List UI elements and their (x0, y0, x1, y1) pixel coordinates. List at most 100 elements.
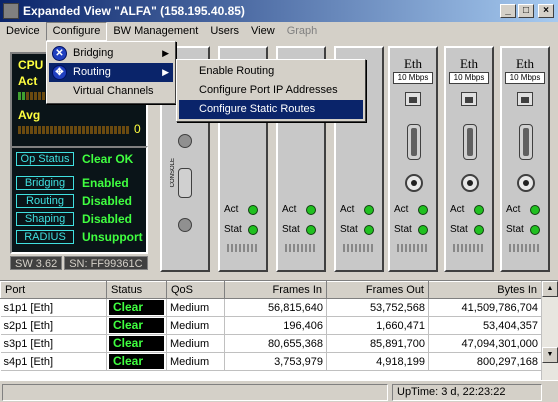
act-led-icon (306, 204, 316, 215)
status-cell: Clear (106, 334, 167, 353)
act-led-icon (364, 204, 374, 215)
status-badge: Clear (109, 300, 164, 315)
status-value: Disabled (82, 212, 133, 226)
menu-configure[interactable]: Configure (45, 22, 108, 41)
vent (227, 244, 257, 252)
act-led-icon (474, 204, 484, 215)
table-row[interactable]: s3p1 [Eth] Clear Medium 80,655,368 85,89… (0, 334, 542, 353)
port-cell: s4p1 [Eth] (0, 352, 107, 371)
table-row[interactable]: s1p1 [Eth] Clear Medium 56,815,640 53,75… (0, 298, 542, 317)
column-header-bytes-in[interactable]: Bytes In (428, 281, 542, 299)
column-header-port[interactable]: Port (0, 281, 107, 299)
stat-label: Stat (224, 224, 242, 235)
status-value: Unsupport (82, 230, 143, 244)
eth-module[interactable]: Eth 10 Mbps Act Stat (444, 46, 494, 272)
column-header-frames-out[interactable]: Frames Out (326, 281, 429, 299)
stat-led-row: Stat (340, 224, 374, 235)
menu-item-routing[interactable]: ✥ Routing ▶ (49, 63, 173, 82)
scroll-up-icon[interactable]: ▲ (542, 281, 558, 297)
vertical-scrollbar[interactable]: ▲ ▼ (541, 281, 558, 381)
maximize-button[interactable]: □ (518, 4, 534, 18)
stat-label: Stat (340, 224, 358, 235)
configure-dropdown: ✕ Bridging ▶ ✥ Routing ▶ Virtual Channel… (46, 41, 176, 104)
serial-number: SN: FF99361C (64, 256, 148, 270)
frames-out-cell: 85,891,700 (326, 334, 429, 353)
menu-device[interactable]: Device (0, 22, 46, 41)
speed-badge: 10 Mbps (449, 72, 489, 84)
table-row[interactable]: s4p1 [Eth] Clear Medium 3,753,979 4,918,… (0, 352, 542, 371)
stat-led-icon (364, 224, 374, 235)
frames-in-cell: 80,655,368 (224, 334, 327, 353)
bytes-in-cell: 800,297,168 (428, 352, 542, 371)
status-badge: Clear (109, 354, 164, 369)
stat-label: Stat (282, 224, 300, 235)
status-key: Op Status (16, 152, 74, 166)
bytes-in-cell: 53,404,357 (428, 316, 542, 335)
menu-item-label: Routing (73, 66, 111, 78)
act-label: Act (340, 204, 355, 215)
vent (509, 244, 539, 252)
port-cell: s1p1 [Eth] (0, 298, 107, 317)
menu-users[interactable]: Users (204, 22, 245, 41)
x-network-icon: ✕ (52, 46, 67, 61)
scroll-down-icon[interactable]: ▼ (542, 347, 558, 363)
status-row-routing: Routing Disabled (16, 194, 132, 208)
vent (285, 244, 315, 252)
stat-led-row: Stat (394, 224, 428, 235)
bnc-port-icon (461, 174, 479, 192)
column-header-qos[interactable]: QoS (166, 281, 225, 299)
stat-led-icon (306, 224, 316, 235)
menu-bw-management[interactable]: BW Management (107, 22, 204, 41)
status-row-op: Op Status Clear OK (16, 152, 133, 166)
column-header-frames-in[interactable]: Frames In (224, 281, 327, 299)
frames-out-cell: 1,660,471 (326, 316, 429, 335)
menu-item-configure-port-ip[interactable]: Configure Port IP Addresses (179, 81, 363, 100)
qos-cell: Medium (166, 352, 225, 371)
port-cell: s2p1 [Eth] (0, 316, 107, 335)
eth-module[interactable]: Eth 10 Mbps Act Stat (500, 46, 550, 272)
frames-in-cell: 3,753,979 (224, 352, 327, 371)
ports-table: Port Status QoS Frames In Frames Out Byt… (0, 280, 558, 381)
act-label: Act (394, 204, 409, 215)
menu-bar: Device Configure BW Management Users Vie… (0, 22, 558, 41)
port-cell: s3p1 [Eth] (0, 334, 107, 353)
menu-item-virtual-channels[interactable]: Virtual Channels (49, 82, 173, 101)
status-badge: Clear (109, 336, 164, 351)
stat-led-row: Stat (224, 224, 258, 235)
rj45-port-icon (461, 92, 477, 106)
frames-out-cell: 4,918,199 (326, 352, 429, 371)
eth-title: Eth (515, 56, 535, 71)
eth-module[interactable]: Eth 10 Mbps Act Stat (388, 46, 438, 272)
menu-item-label: Bridging (73, 47, 114, 59)
console-label: CONSOLE (170, 158, 176, 188)
stat-led-icon (248, 224, 258, 235)
router-icon: ✥ (52, 65, 67, 80)
submenu-arrow-icon: ▶ (162, 48, 169, 58)
dsub-port-icon (407, 124, 421, 160)
speed-badge: 10 Mbps (505, 72, 545, 84)
app-icon (3, 3, 19, 19)
menu-view[interactable]: View (245, 22, 281, 41)
stat-label: Stat (506, 224, 524, 235)
close-button[interactable]: × (538, 4, 554, 18)
avg-label: Avg (18, 108, 41, 122)
menu-graph[interactable]: Graph (281, 22, 324, 41)
menu-item-enable-routing[interactable]: Enable Routing (179, 62, 363, 81)
table-row[interactable]: s2p1 [Eth] Clear Medium 196,406 1,660,47… (0, 316, 542, 335)
status-cell: Clear (106, 298, 167, 317)
column-header-status[interactable]: Status (106, 281, 167, 299)
status-message-pane (2, 384, 388, 401)
qos-cell: Medium (166, 316, 225, 335)
status-key: Routing (16, 194, 74, 208)
minimize-button[interactable]: _ (500, 4, 516, 18)
cpu-label: CPU (18, 58, 44, 72)
status-key: Bridging (16, 176, 74, 190)
eth-title: Eth (459, 56, 479, 71)
stat-led-row: Stat (282, 224, 316, 235)
act-led-row: Act (394, 204, 428, 215)
act-label: Act (282, 204, 297, 215)
menu-item-bridging[interactable]: ✕ Bridging ▶ (49, 44, 173, 63)
menu-item-configure-static-routes[interactable]: Configure Static Routes (179, 100, 363, 119)
stat-led-icon (530, 224, 540, 235)
bnc-port-icon (405, 174, 423, 192)
